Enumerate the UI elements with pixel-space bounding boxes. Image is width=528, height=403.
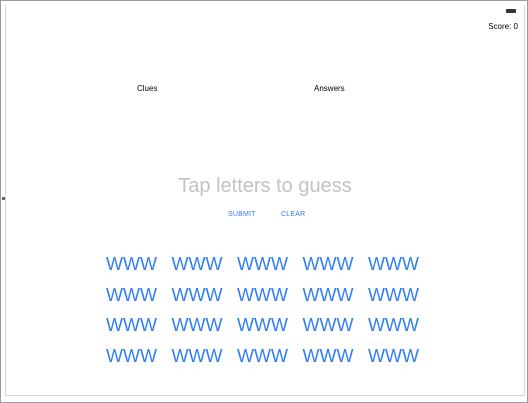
letter-button-1[interactable]: WWW xyxy=(106,249,172,280)
battery-icon xyxy=(506,9,516,13)
clues-label: Clues xyxy=(137,84,158,93)
letter-button-15[interactable]: WWW xyxy=(368,310,434,341)
letter-button-2[interactable]: WWW xyxy=(172,249,238,280)
letter-button-8[interactable]: WWW xyxy=(237,280,303,311)
letter-button-3[interactable]: WWW xyxy=(237,249,303,280)
letter-button-20[interactable]: WWW xyxy=(368,341,434,372)
window-frame: Score: 0 Clues Answers SUBMIT CLEAR WWW … xyxy=(0,0,528,403)
submit-button[interactable]: SUBMIT xyxy=(228,211,256,218)
letter-button-9[interactable]: WWW xyxy=(303,280,369,311)
letter-button-17[interactable]: WWW xyxy=(172,341,238,372)
letter-button-11[interactable]: WWW xyxy=(106,310,172,341)
current-answer-field[interactable] xyxy=(6,175,524,198)
letter-button-19[interactable]: WWW xyxy=(303,341,369,372)
letter-button-grid: WWW WWW WWW WWW WWW WWW WWW WWW WWW WWW … xyxy=(106,249,436,371)
letter-button-16[interactable]: WWW xyxy=(106,341,172,372)
answers-label: Answers xyxy=(314,84,345,93)
letter-button-14[interactable]: WWW xyxy=(303,310,369,341)
score-label: Score: 0 xyxy=(488,22,518,31)
letter-button-7[interactable]: WWW xyxy=(172,280,238,311)
app-screen: Score: 0 Clues Answers SUBMIT CLEAR WWW … xyxy=(5,5,525,396)
letter-button-4[interactable]: WWW xyxy=(303,249,369,280)
letter-button-18[interactable]: WWW xyxy=(237,341,303,372)
letter-button-13[interactable]: WWW xyxy=(237,310,303,341)
letter-button-5[interactable]: WWW xyxy=(368,249,434,280)
letter-button-6[interactable]: WWW xyxy=(106,280,172,311)
letter-button-12[interactable]: WWW xyxy=(172,310,238,341)
letter-button-10[interactable]: WWW xyxy=(368,280,434,311)
clear-button[interactable]: CLEAR xyxy=(281,211,305,218)
